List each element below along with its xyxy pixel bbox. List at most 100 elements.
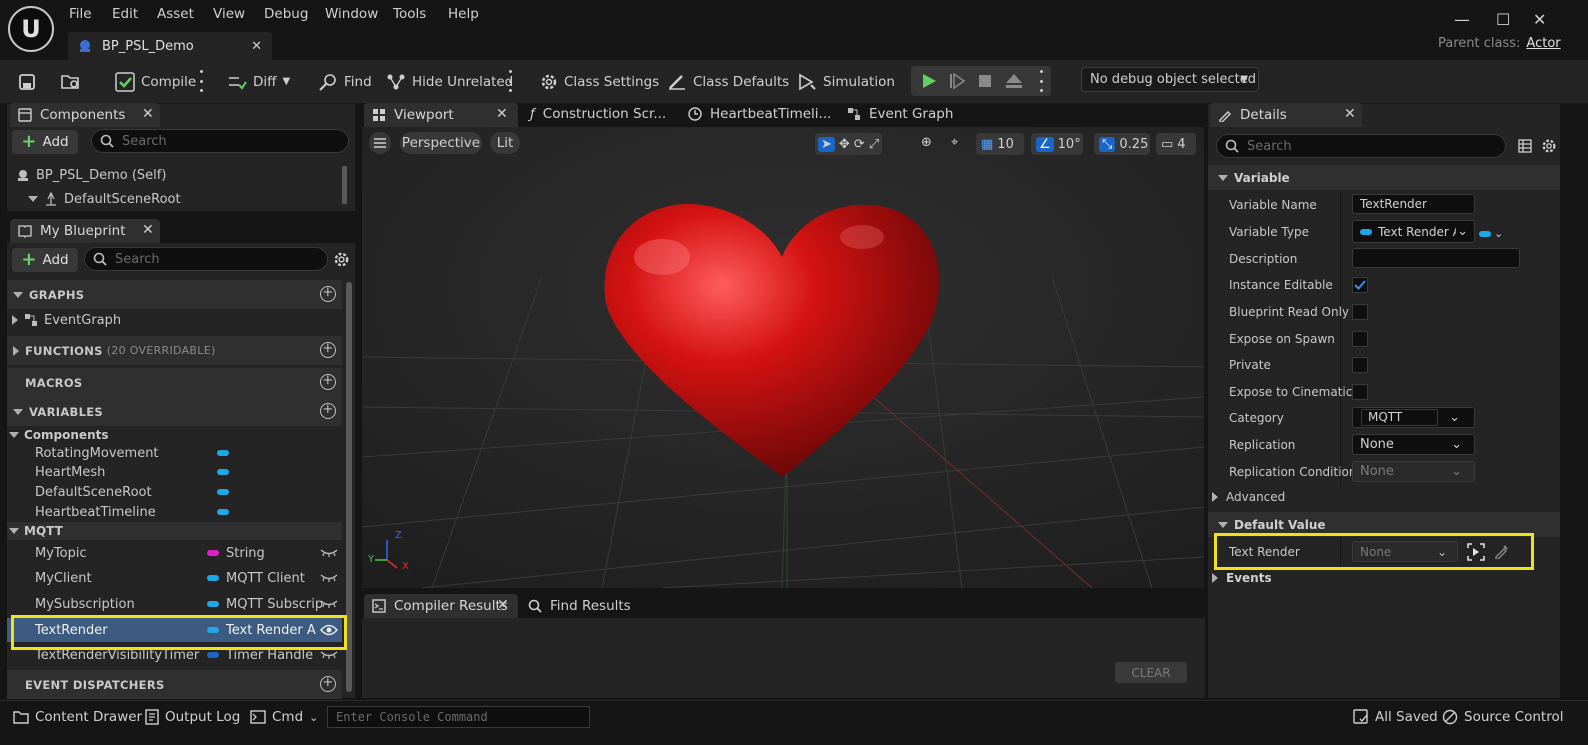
stop-icon[interactable] <box>977 73 993 89</box>
close-icon[interactable]: ✕ <box>496 106 508 122</box>
menu-asset[interactable]: Asset <box>157 6 194 22</box>
menu-file[interactable]: File <box>69 6 92 22</box>
world-local-icon[interactable]: ⊕ <box>921 135 932 150</box>
document-tab[interactable]: BP_PSL_Demo ✕ <box>68 32 272 60</box>
components-search-input[interactable]: Search <box>91 129 349 153</box>
component-item-self[interactable]: BP_PSL_Demo (Self) <box>16 166 166 184</box>
add-event-dispatcher-icon[interactable]: + <box>320 676 336 692</box>
functions-section-header[interactable]: FUNCTIONS (20 OVERRIDABLE) + <box>7 336 342 365</box>
lit-button[interactable]: Lit <box>490 132 520 154</box>
menu-view[interactable]: View <box>213 6 245 22</box>
parent-class-link[interactable]: Actor <box>1526 36 1560 51</box>
debug-object-select[interactable]: No debug object selected ▼ <box>1081 67 1259 92</box>
add-variable-icon[interactable]: + <box>320 403 336 419</box>
rotation-snap-button[interactable]: ∠ 10° <box>1031 133 1083 155</box>
hide-unrelated-button[interactable]: Hide Unrelated <box>386 60 513 103</box>
tab-event-graph[interactable]: Event Graph <box>847 106 953 122</box>
tab-components[interactable]: Components ✕ <box>10 103 160 127</box>
add-component-button[interactable]: + Add <box>12 130 78 154</box>
class-settings-button[interactable]: Class Settings <box>540 60 659 103</box>
blueprint-search-input[interactable]: Search <box>84 247 328 271</box>
expand-icon[interactable] <box>12 315 18 325</box>
diff-button[interactable]: Diff ▼ <box>227 60 290 103</box>
tab-heartbeat-timeline[interactable]: HeartbeatTimeli... <box>688 106 831 122</box>
tab-compiler-results[interactable]: Compiler Results ✕ <box>364 594 518 618</box>
expose-to-cinematics-checkbox[interactable] <box>1352 384 1368 400</box>
expand-icon[interactable] <box>28 196 38 202</box>
details-search-input[interactable]: Search <box>1216 134 1506 158</box>
instance-editable-checkbox[interactable] <box>1352 277 1368 293</box>
grid-snap-button[interactable]: ▦ 10 <box>976 133 1024 155</box>
add-function-icon[interactable]: + <box>320 342 336 358</box>
private-checkbox[interactable] <box>1352 357 1368 373</box>
text-render-select[interactable]: None ⌄ <box>1352 541 1458 562</box>
variable-row-selected[interactable]: TextRender Text Render Act <box>7 618 342 642</box>
expose-on-spawn-checkbox[interactable] <box>1352 331 1368 347</box>
output-log-button[interactable]: Output Log <box>145 700 240 734</box>
eye-closed-icon[interactable] <box>320 599 338 609</box>
variable-row[interactable]: MyTopic String <box>7 541 342 565</box>
console-command-input[interactable]: Enter Console Command <box>327 706 590 728</box>
simulation-button[interactable]: Simulation <box>797 60 895 103</box>
macros-section-header[interactable]: MACROS + <box>7 368 342 397</box>
play-icon[interactable] <box>921 73 937 89</box>
menu-help[interactable]: Help <box>448 6 479 22</box>
all-saved-button[interactable]: All Saved <box>1353 700 1438 734</box>
category-mqtt[interactable]: MQTT <box>7 522 342 540</box>
menu-debug[interactable]: Debug <box>264 6 308 22</box>
advanced-section[interactable]: Advanced <box>1212 490 1285 504</box>
tab-details[interactable]: Details ✕ <box>1210 103 1362 127</box>
variables-section-header[interactable]: VARIABLES + <box>7 397 342 426</box>
events-section[interactable]: Events <box>1212 571 1272 585</box>
graphs-section-header[interactable]: GRAPHS + <box>7 280 342 309</box>
chevron-down-icon[interactable]: ⌄ <box>1449 410 1460 425</box>
description-input[interactable] <box>1352 248 1520 268</box>
maximize-icon[interactable]: ☐ <box>1496 10 1510 29</box>
container-type-select[interactable]: ⌄ <box>1479 227 1503 240</box>
menu-window[interactable]: Window <box>325 6 378 22</box>
add-graph-icon[interactable]: + <box>320 286 336 302</box>
gear-icon[interactable] <box>1541 138 1557 154</box>
add-macro-icon[interactable]: + <box>320 374 336 390</box>
viewport-3d[interactable] <box>362 127 1204 588</box>
graph-item-event-graph[interactable]: EventGraph <box>7 308 342 332</box>
property-matrix-icon[interactable] <box>1518 139 1532 153</box>
surface-snap-icon[interactable]: ⌖ <box>951 135 958 150</box>
tab-construction-script[interactable]: ƒ Construction Scr... <box>530 106 666 122</box>
blueprint-read-only-checkbox[interactable] <box>1352 304 1368 320</box>
eye-closed-icon[interactable] <box>320 650 338 660</box>
compile-button[interactable]: Compile <box>115 60 196 103</box>
cmd-select[interactable]: Cmd ⌄ <box>250 700 318 734</box>
close-icon[interactable]: ✕ <box>1344 106 1356 122</box>
viewport-menu-button[interactable] <box>369 132 391 154</box>
variable-row[interactable]: MySubscription MQTT Subscrip <box>7 592 342 616</box>
select-tool-icon[interactable]: ➤ <box>818 136 835 152</box>
close-icon[interactable]: ✕ <box>251 39 262 54</box>
blueprint-scrollbar[interactable] <box>346 282 352 692</box>
minimize-icon[interactable]: — <box>1454 10 1470 29</box>
eject-icon[interactable] <box>1005 73 1023 89</box>
close-icon[interactable]: ✕ <box>497 597 509 613</box>
close-window-icon[interactable]: ✕ <box>1533 10 1546 29</box>
class-defaults-button[interactable]: Class Defaults <box>667 60 789 103</box>
scale-snap-button[interactable]: ⤡ 0.25 <box>1094 133 1150 155</box>
category-input[interactable]: MQTT <box>1361 409 1438 426</box>
clear-button[interactable]: CLEAR <box>1115 662 1187 683</box>
menu-edit[interactable]: Edit <box>112 6 138 22</box>
content-drawer-button[interactable]: Content Drawer <box>13 700 142 734</box>
source-control-button[interactable]: Source Control <box>1442 700 1563 734</box>
scale-tool-icon[interactable]: ⤢ <box>869 137 879 152</box>
variable-row[interactable]: TextRenderVisibilityTimer Timer Handle <box>7 643 342 667</box>
eyedropper-icon[interactable] <box>1494 543 1510 559</box>
close-icon[interactable]: ✕ <box>142 106 154 122</box>
step-icon[interactable] <box>949 73 965 89</box>
component-item-default-scene-root[interactable]: DefaultSceneRoot <box>28 190 181 208</box>
save-button[interactable] <box>18 60 36 103</box>
tab-viewport[interactable]: Viewport ✕ <box>364 103 518 127</box>
variable-row[interactable]: HeartbeatTimeline <box>7 500 342 524</box>
compile-options-icon[interactable] <box>199 70 203 92</box>
eye-open-icon[interactable] <box>320 623 338 637</box>
add-blueprint-item-button[interactable]: + Add <box>12 248 78 272</box>
tab-find-results[interactable]: Find Results <box>528 598 631 614</box>
find-button[interactable]: Find <box>318 60 372 103</box>
